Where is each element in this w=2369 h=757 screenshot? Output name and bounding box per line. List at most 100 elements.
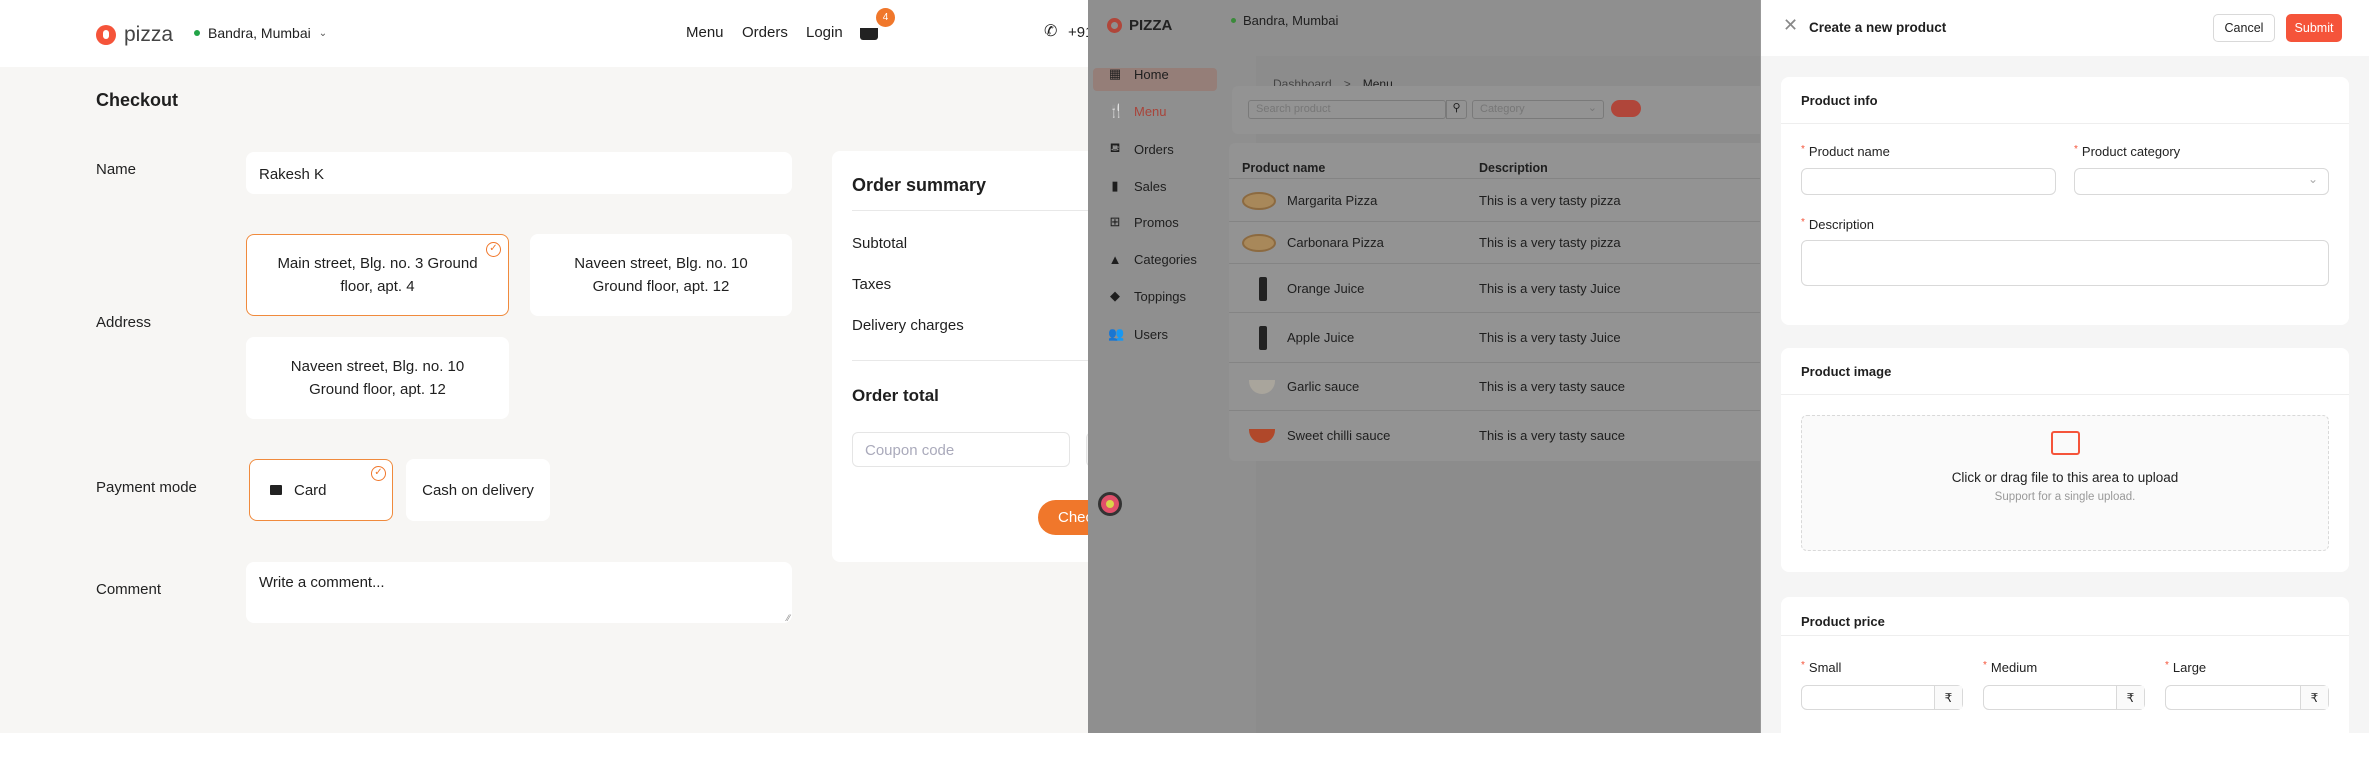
table-row[interactable]: Apple Juice This is a very tasty Juice	[1229, 312, 1760, 362]
column-header-description: Description	[1479, 161, 1548, 175]
product-name: Orange Juice	[1287, 280, 1365, 296]
search-input[interactable]: Search product	[1248, 100, 1446, 119]
search-button[interactable]: ⚲	[1446, 100, 1467, 119]
sidebar-item-promos[interactable]: ⊞ Promos	[1108, 214, 1179, 230]
product-category-select[interactable]: ⌄	[2074, 168, 2329, 195]
rupee-icon: ₹	[1934, 686, 1962, 709]
product-name-input[interactable]	[1801, 168, 2056, 195]
inbox-icon	[2050, 431, 2080, 455]
resize-handle-icon[interactable]: ⁄⁄	[787, 613, 790, 623]
small-price-label: * Small	[1801, 660, 1842, 675]
table-row[interactable]: Orange Juice This is a very tasty Juice	[1229, 263, 1760, 312]
table-row[interactable]: Garlic sauce This is a very tasty sauce	[1229, 362, 1760, 410]
location-selector[interactable]: Bandra, Mumbai ⌄	[194, 25, 327, 41]
nav-orders[interactable]: Orders	[742, 24, 788, 41]
upload-dropzone[interactable]: Click or drag file to this area to uploa…	[1801, 415, 2329, 551]
sidebar-item-label: Users	[1134, 326, 1168, 342]
users-icon: 👥	[1108, 326, 1125, 341]
drawer-header: ✕ Create a new product Cancel Submit	[1761, 0, 2369, 56]
shapes-icon: ▲	[1108, 252, 1122, 267]
utensils-icon: 🍴	[1108, 103, 1125, 118]
product-category-label: * Product category	[2074, 144, 2181, 159]
admin-location: Bandra, Mumbai	[1231, 13, 1338, 28]
product-description: This is a very tasty Juice	[1479, 280, 1621, 296]
divider	[852, 210, 1088, 211]
rupee-icon: ₹	[2300, 686, 2328, 709]
address-card[interactable]: Naveen street, Blg. no. 10 Ground floor,…	[246, 337, 509, 419]
product-name: Garlic sauce	[1287, 379, 1360, 394]
sidebar-item-home[interactable]: ▦ Home	[1108, 66, 1169, 82]
large-price-input[interactable]: ₹	[2165, 685, 2329, 710]
name-input[interactable]: Rakesh K	[246, 152, 792, 194]
cart-count-badge: 4	[876, 8, 895, 27]
phone-number[interactable]: +91	[1068, 24, 1088, 41]
credit-card-icon	[270, 485, 282, 495]
sidebar-item-label: Toppings	[1134, 288, 1187, 304]
taxes-label: Taxes	[852, 276, 892, 293]
payment-cash-option[interactable]: Cash on delivery	[406, 459, 550, 521]
coupon-input[interactable]: Coupon code	[852, 432, 1070, 467]
product-info-title: Product info	[1801, 93, 1878, 108]
order-summary-title: Order summary	[852, 175, 987, 195]
table-row[interactable]: Margarita Pizza This is a very tasty pizz…	[1229, 178, 1760, 221]
column-header-product-name: Product name	[1242, 161, 1326, 175]
upload-text: Click or drag file to this area to uploa…	[1951, 470, 2179, 485]
product-description: This is a very tasty pizza	[1479, 192, 1621, 208]
basket-icon: ⛾	[1109, 140, 1121, 155]
site-header: pizza Bandra, Mumbai ⌄ Menu Orders Login…	[0, 0, 1088, 67]
payment-mode-label: Payment mode	[96, 479, 197, 496]
drawer-title: Create a new product	[1809, 20, 1947, 35]
small-price-input[interactable]: ₹	[1801, 685, 1963, 710]
product-name: Sweet chilli sauce	[1287, 428, 1391, 443]
cart-button[interactable]: 4	[860, 8, 895, 40]
gift-icon: ⊞	[1109, 214, 1121, 229]
category-select[interactable]: Category ⌄	[1472, 100, 1604, 119]
sidebar-item-orders[interactable]: ⛾ Orders	[1108, 140, 1174, 158]
sidebar-item-menu[interactable]: 🍴 Menu	[1108, 103, 1167, 119]
close-icon[interactable]: ✕	[1783, 15, 1798, 36]
nav-login[interactable]: Login	[806, 24, 843, 41]
delivery-charges-label: Delivery charges	[852, 317, 964, 334]
payment-card-option[interactable]: Card ✓	[249, 459, 393, 521]
status-dot-icon	[1231, 18, 1236, 23]
sidebar-item-users[interactable]: 👥 Users	[1108, 326, 1168, 342]
product-price-card: Product price * Small ₹ * Medium ₹ * Large …	[1781, 597, 2349, 757]
divider	[1781, 394, 2349, 395]
description-textarea[interactable]	[1801, 240, 2329, 286]
sidebar-item-sales[interactable]: ▮ Sales	[1108, 178, 1167, 194]
cancel-button[interactable]: Cancel	[2213, 14, 2275, 42]
order-summary-card: Order summary Subtotal Taxes Delivery ch…	[832, 151, 1088, 562]
rupee-icon: ₹	[2116, 686, 2144, 709]
submit-button[interactable]: Submit	[2286, 14, 2342, 42]
medium-price-input[interactable]: ₹	[1983, 685, 2145, 710]
address-card-selected[interactable]: Main street, Blg. no. 3 Ground floor, ap…	[246, 234, 509, 316]
upload-hint: Support for a single upload.	[1994, 491, 2136, 503]
divider	[852, 360, 1088, 361]
sauce-thumbnail	[1249, 380, 1275, 394]
grid-icon: ▦	[1108, 66, 1122, 81]
nav-menu[interactable]: Menu	[686, 24, 724, 41]
sidebar-item-label: Menu	[1134, 103, 1167, 119]
sidebar-item-categories[interactable]: ▲ Categories	[1108, 252, 1197, 267]
sidebar-item-label: Sales	[1134, 178, 1167, 194]
react-devtools-icon[interactable]	[1098, 492, 1122, 516]
admin-logo[interactable]: PIZZA	[1107, 17, 1172, 34]
product-description: This is a very tasty pizza	[1479, 235, 1621, 250]
product-description: This is a very tasty sauce	[1479, 379, 1625, 394]
admin-header: PIZZA Bandra, Mumbai	[1088, 0, 1760, 56]
toggle-switch[interactable]	[1611, 100, 1641, 117]
table-row[interactable]: Sweet chilli sauce This is a very tasty s…	[1229, 410, 1760, 460]
sidebar-item-toppings[interactable]: ◆ Toppings	[1108, 288, 1186, 304]
product-image-title: Product image	[1801, 364, 1892, 379]
status-dot-icon	[194, 30, 200, 36]
product-name: Margarita Pizza	[1287, 192, 1378, 208]
comment-textarea[interactable]: Write a comment... ⁄⁄	[246, 562, 792, 623]
address-card[interactable]: Naveen street, Blg. no. 10 Ground floor,…	[530, 234, 792, 316]
sidebar-item-label: Promos	[1134, 214, 1179, 230]
checkout-button[interactable]: Chec	[1038, 500, 1088, 535]
chevron-down-icon: ⌄	[1587, 102, 1597, 114]
logo[interactable]: pizza	[96, 23, 173, 47]
table-row[interactable]: Carbonara Pizza This is a very tasty pizz…	[1229, 221, 1760, 263]
product-description: This is a very tasty Juice	[1479, 330, 1621, 345]
product-info-card: Product info * Product name * Product cate…	[1781, 77, 2349, 325]
